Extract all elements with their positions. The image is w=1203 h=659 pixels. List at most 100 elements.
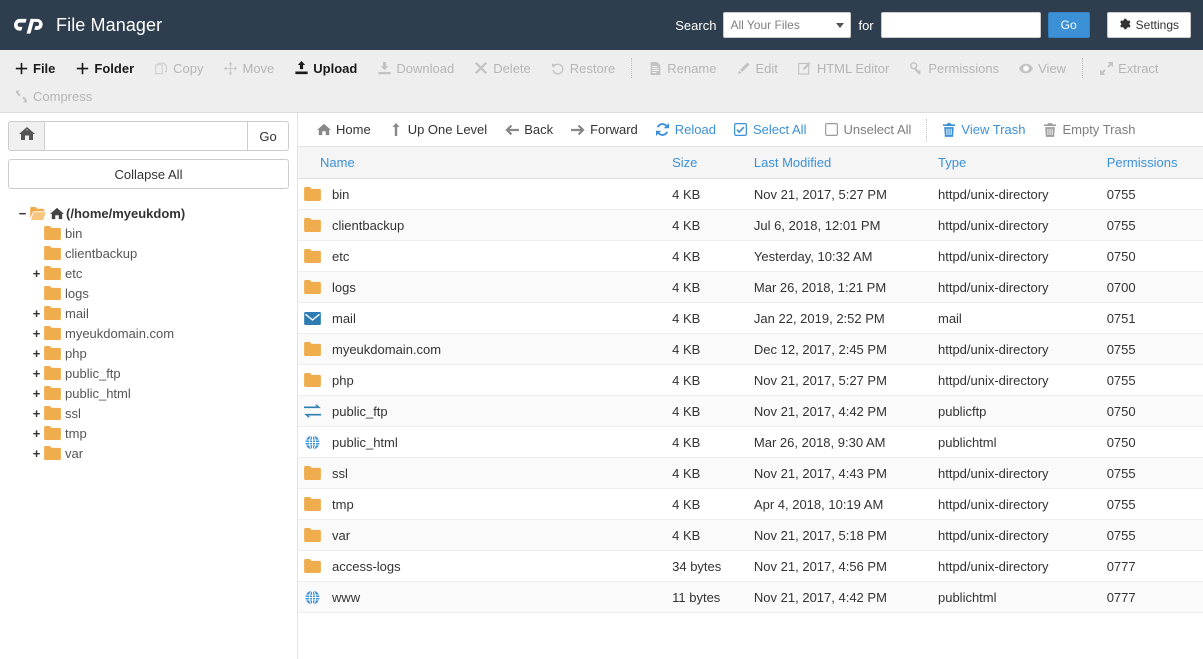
table-row[interactable]: php 4 KB Nov 21, 2017, 5:27 PM httpd/unix-d…: [298, 364, 1203, 396]
column-header-modified[interactable]: Last Modified: [747, 147, 932, 179]
toolbar-rename-label: Rename: [667, 60, 717, 76]
path-home-button[interactable]: [8, 121, 44, 151]
toolbar-folder-button[interactable]: Folder: [65, 59, 144, 78]
table-row[interactable]: ssl 4 KB Nov 21, 2017, 4:43 PM httpd/unix-d…: [298, 457, 1203, 489]
column-header-size[interactable]: Size: [666, 147, 748, 179]
toolbar-file-button[interactable]: File: [4, 59, 65, 78]
cell-size: 4 KB: [666, 271, 748, 303]
tree-node-tmp[interactable]: + tmp: [8, 423, 289, 443]
tree-twisty-etc[interactable]: +: [30, 267, 43, 280]
toolbar-upload-button[interactable]: Upload: [284, 59, 367, 78]
tree-twisty-public-html[interactable]: +: [30, 387, 43, 400]
cell-name[interactable]: etc: [298, 240, 667, 272]
table-row[interactable]: var 4 KB Nov 21, 2017, 5:18 PM httpd/unix-d…: [298, 519, 1203, 551]
tree-twisty-var[interactable]: +: [30, 447, 43, 460]
tree-node-root[interactable]: − (/home/myeukdom): [8, 203, 289, 223]
cell-name[interactable]: clientbackup: [298, 209, 667, 241]
tree-twisty-myeukdomain-com[interactable]: +: [30, 327, 43, 340]
folder-icon: [304, 558, 321, 574]
path-input[interactable]: [44, 121, 247, 151]
folder-icon: [304, 341, 321, 357]
cell-name[interactable]: public_ftp: [298, 395, 667, 427]
nav-view-trash-button[interactable]: View Trash: [933, 119, 1034, 140]
search-input[interactable]: [880, 12, 1041, 38]
cell-name[interactable]: logs: [298, 271, 667, 303]
tree-node-root-label: (/home/myeukdom): [66, 205, 186, 221]
file-name-ssl: ssl: [332, 465, 348, 481]
nav-empty-trash-button[interactable]: Empty Trash: [1034, 119, 1144, 140]
tree-node-myeukdomain-com[interactable]: + myeukdomain.com: [8, 323, 289, 343]
table-row[interactable]: tmp 4 KB Apr 4, 2018, 10:19 AM httpd/unix-d…: [298, 488, 1203, 520]
file-name-var: var: [332, 527, 351, 543]
cell-name[interactable]: public_html: [298, 426, 667, 458]
table-row[interactable]: clientbackup 4 KB Jul 6, 2018, 12:01 PM htt…: [298, 209, 1203, 241]
nav-forward-button[interactable]: Forward: [562, 119, 647, 140]
table-row[interactable]: public_html 4 KB Mar 26, 2018, 9:30 AM publ…: [298, 426, 1203, 458]
file-name-etc: etc: [332, 248, 350, 264]
cell-name[interactable]: www: [298, 581, 667, 613]
folder-icon: [44, 306, 61, 320]
cell-permissions: 0750: [1100, 426, 1203, 458]
tree-node-php[interactable]: + php: [8, 343, 289, 363]
folder-icon: [44, 286, 61, 300]
tree-node-var[interactable]: + var: [8, 443, 289, 463]
cell-name[interactable]: php: [298, 364, 667, 396]
tree-node-public-ftp-label: public_ftp: [65, 365, 121, 381]
tree-node-public-ftp[interactable]: + public_ftp: [8, 363, 289, 383]
nav-reload-button[interactable]: Reload: [647, 119, 725, 140]
toolbar-edit-label: Edit: [755, 60, 778, 76]
tree-twisty-tmp[interactable]: +: [30, 427, 43, 440]
cell-name[interactable]: mail: [298, 302, 667, 334]
cell-type: httpd/unix-directory: [931, 457, 1101, 489]
settings-button[interactable]: Settings: [1106, 12, 1191, 38]
cell-permissions: 0755: [1100, 364, 1203, 396]
tree-node-var-label: var: [65, 445, 84, 461]
column-header-name[interactable]: Name: [298, 147, 667, 179]
nav-unselect-all-button[interactable]: Unselect All: [815, 119, 920, 140]
nav-back-button[interactable]: Back: [496, 119, 562, 140]
tree-twisty-ssl[interactable]: +: [30, 407, 43, 420]
table-row[interactable]: mail 4 KB Jan 22, 2019, 2:52 PM mail 0751: [298, 302, 1203, 334]
cell-name[interactable]: tmp: [298, 488, 667, 520]
cell-name[interactable]: myeukdomain.com: [298, 333, 667, 365]
file-table-container[interactable]: Name Size Last Modified Type Permissions bin…: [298, 147, 1203, 659]
nav-up-one-level-button[interactable]: Up One Level: [380, 119, 497, 140]
cell-name[interactable]: ssl: [298, 457, 667, 489]
table-row[interactable]: etc 4 KB Yesterday, 10:32 AM httpd/unix-dir…: [298, 240, 1203, 272]
plus-icon: [75, 61, 89, 75]
collapse-all-button[interactable]: Collapse All: [8, 159, 289, 189]
folder-icon: [304, 186, 321, 202]
main-panel: Home Up One Level Back Forward Reload Select …: [298, 113, 1203, 659]
nav-unselect-all-label: Unselect All: [843, 122, 912, 137]
table-row[interactable]: bin 4 KB Nov 21, 2017, 5:27 PM httpd/unix-d…: [298, 178, 1203, 210]
table-row[interactable]: www 11 bytes Nov 21, 2017, 4:42 PM publicht…: [298, 581, 1203, 613]
column-header-type[interactable]: Type: [931, 147, 1101, 179]
cell-name[interactable]: var: [298, 519, 667, 551]
tree-node-bin[interactable]: +bin: [8, 223, 289, 243]
tree-node-public-html[interactable]: + public_html: [8, 383, 289, 403]
tree-node-ssl[interactable]: + ssl: [8, 403, 289, 423]
search-go-button[interactable]: Go: [1047, 12, 1090, 38]
tree-node-mail[interactable]: + mail: [8, 303, 289, 323]
file-name-clientbackup: clientbackup: [332, 217, 405, 233]
tree-node-etc[interactable]: + etc: [8, 263, 289, 283]
tree-node-clientbackup[interactable]: +clientbackup: [8, 243, 289, 263]
tree-twisty-public-ftp[interactable]: +: [30, 367, 43, 380]
tree-twisty-collapse[interactable]: −: [16, 207, 29, 220]
tree-twisty-mail[interactable]: +: [30, 307, 43, 320]
pencil-icon: [736, 61, 750, 75]
nav-home-button[interactable]: Home: [308, 119, 380, 140]
tree-twisty-php[interactable]: +: [30, 347, 43, 360]
folder-icon: [44, 406, 61, 420]
table-row[interactable]: access-logs 34 bytes Nov 21, 2017, 4:56 PM…: [298, 550, 1203, 582]
table-row[interactable]: logs 4 KB Mar 26, 2018, 1:21 PM httpd/unix-…: [298, 271, 1203, 303]
path-go-button[interactable]: Go: [247, 121, 289, 151]
table-row[interactable]: myeukdomain.com 4 KB Dec 12, 2017, 2:45 PM…: [298, 333, 1203, 365]
nav-select-all-button[interactable]: Select All: [725, 119, 815, 140]
tree-node-logs[interactable]: +logs: [8, 283, 289, 303]
table-row[interactable]: public_ftp 4 KB Nov 21, 2017, 4:42 PM publi…: [298, 395, 1203, 427]
search-scope-select[interactable]: All Your Files: [723, 12, 852, 38]
column-header-permissions[interactable]: Permissions: [1100, 147, 1203, 179]
cell-name[interactable]: access-logs: [298, 550, 667, 582]
cell-name[interactable]: bin: [298, 178, 667, 210]
